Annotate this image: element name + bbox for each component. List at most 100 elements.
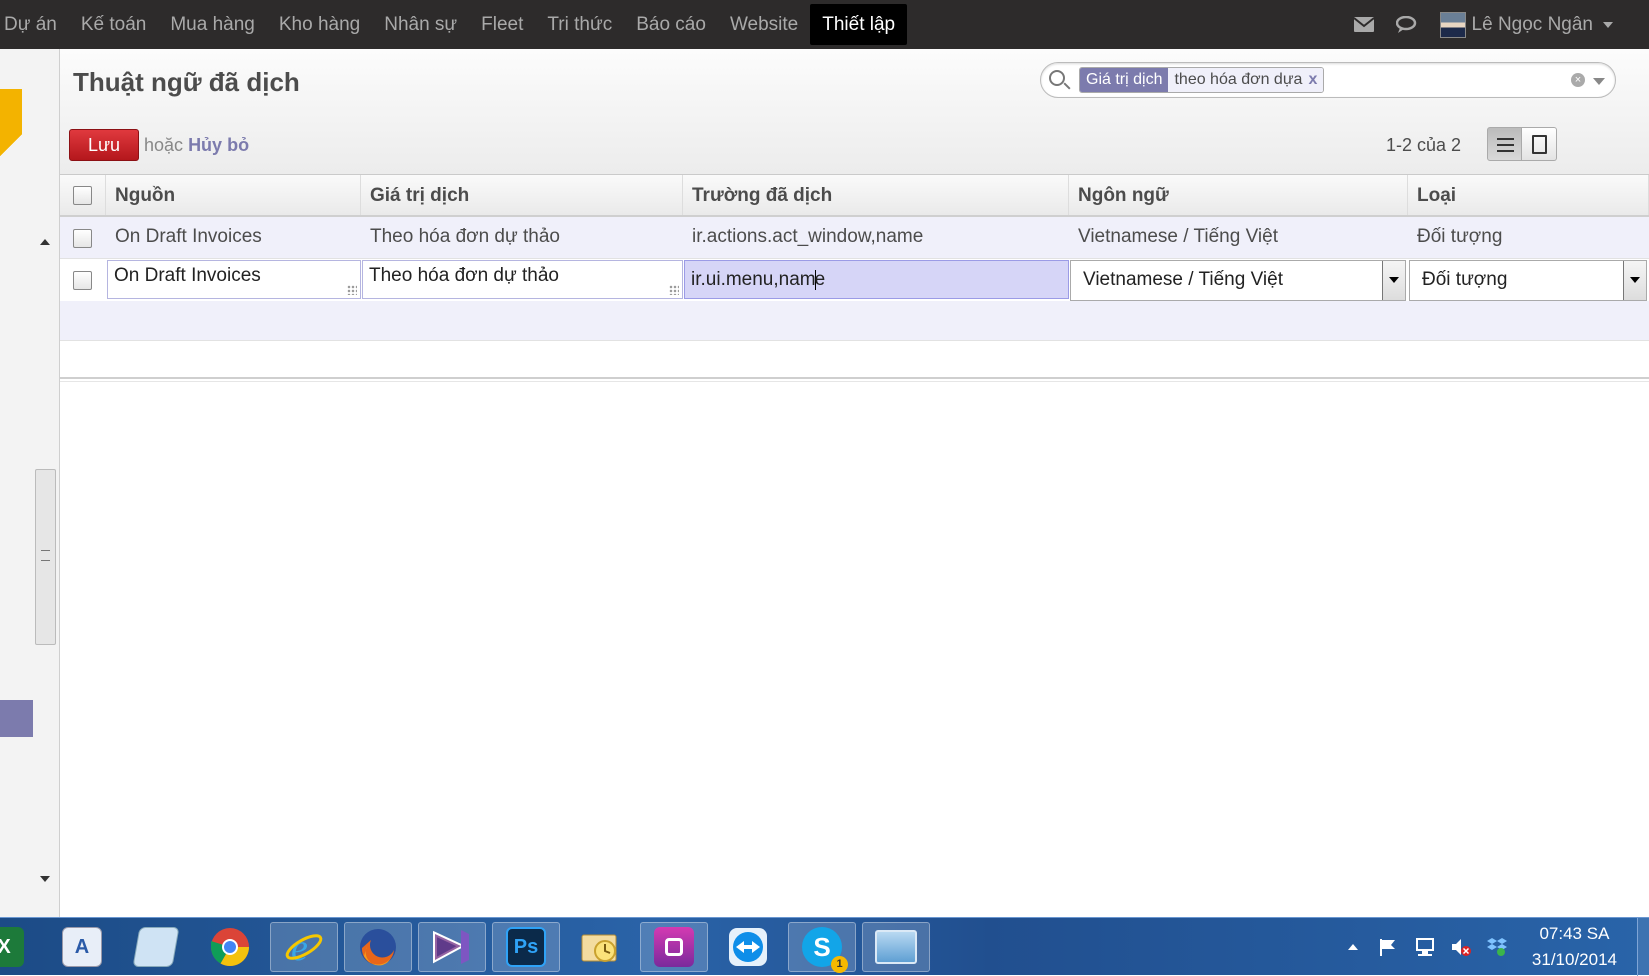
view-switcher: [1487, 127, 1557, 161]
menu-item-purchases[interactable]: Mua hàng: [158, 4, 267, 45]
media-icon[interactable]: [640, 922, 708, 972]
scroll-up-arrow-icon[interactable]: [40, 239, 50, 245]
chrome-icon[interactable]: [196, 922, 264, 972]
list-view-button[interactable]: [1487, 127, 1522, 161]
editable-row: On Draft Invoices Theo hóa đơn dự thảo i…: [60, 259, 1649, 301]
company-logo: [0, 89, 22, 179]
value-cell: Theo hóa đơn dự thảo: [361, 259, 683, 301]
menu-item-projects[interactable]: Dự án: [0, 4, 69, 45]
dropdown-arrow-icon[interactable]: [1382, 261, 1405, 300]
menu-item-warehouse[interactable]: Kho hàng: [267, 4, 372, 45]
firefox-icon[interactable]: [344, 922, 412, 972]
menu-item-reports[interactable]: Báo cáo: [624, 4, 718, 45]
teamviewer-icon[interactable]: [714, 922, 782, 972]
left-sidebar: [0, 49, 60, 917]
value-textarea[interactable]: Theo hóa đơn dự thảo: [362, 260, 683, 299]
menu-item-accounting[interactable]: Kế toán: [69, 4, 159, 45]
column-header-field[interactable]: Trường đã dịch: [683, 175, 1069, 215]
language-select[interactable]: Vietnamese / Tiếng Việt: [1070, 260, 1406, 301]
menu-item-fleet[interactable]: Fleet: [469, 4, 535, 45]
sidebar-selected-item[interactable]: [0, 700, 33, 737]
cell-source[interactable]: On Draft Invoices: [106, 217, 361, 258]
resize-grip-icon[interactable]: [669, 285, 679, 295]
type-cell: Đối tượng: [1408, 259, 1649, 301]
dropdown-arrow-icon[interactable]: [1623, 261, 1646, 300]
discard-link[interactable]: Hủy bỏ: [188, 135, 249, 155]
list-icon: [1497, 138, 1514, 152]
wordpad-icon[interactable]: A: [48, 922, 116, 972]
show-desktop-button[interactable]: [1637, 918, 1649, 976]
empty-row: [60, 341, 1649, 379]
search-options-dropdown-icon[interactable]: [1593, 78, 1605, 85]
field-input[interactable]: ir.ui.menu,name: [684, 260, 1069, 299]
photoshop-icon[interactable]: Ps: [492, 922, 560, 972]
chevron-down-icon: [1603, 21, 1613, 28]
user-menu[interactable]: Lê Ngọc Ngân: [1439, 11, 1613, 38]
empty-row: [60, 301, 1649, 341]
outlook-icon[interactable]: [566, 922, 634, 972]
dropbox-icon[interactable]: [1486, 937, 1508, 957]
sidebar-scrollbar-thumb[interactable]: [35, 469, 56, 645]
facet-value: theo hóa đơn dựa x: [1168, 68, 1324, 92]
form-view-button[interactable]: [1522, 127, 1557, 161]
cell-field[interactable]: ir.actions.act_window,name: [683, 217, 1069, 258]
cell-language[interactable]: Vietnamese / Tiếng Việt: [1069, 217, 1408, 258]
clear-search-icon[interactable]: ×: [1571, 73, 1585, 87]
facet-value-text: theo hóa đơn dựa: [1174, 71, 1303, 88]
action-center-flag-icon[interactable]: [1378, 937, 1400, 957]
column-header-type[interactable]: Loại: [1408, 175, 1649, 215]
cell-value[interactable]: Theo hóa đơn dự thảo: [361, 217, 683, 258]
select-all-checkbox[interactable]: [73, 186, 92, 205]
select-all-cell: [60, 175, 106, 215]
menu-item-website[interactable]: Website: [718, 4, 810, 45]
top-menu-bar: Dự án Kế toán Mua hàng Kho hàng Nhân sự …: [0, 0, 1649, 49]
skype-icon[interactable]: S1: [788, 922, 856, 973]
menu-item-hr[interactable]: Nhân sự: [372, 4, 469, 45]
notepad-icon[interactable]: [122, 922, 190, 972]
save-button[interactable]: Lưu: [69, 129, 139, 161]
system-clock[interactable]: 07:43 SA 31/10/2014: [1532, 921, 1617, 973]
type-select[interactable]: Đối tượng: [1409, 260, 1647, 301]
table-footer: [60, 381, 1649, 391]
search-icon[interactable]: [1049, 70, 1065, 86]
menu-item-settings[interactable]: Thiết lập: [810, 4, 908, 45]
visual-studio-icon[interactable]: [418, 922, 486, 972]
clock-time: 07:43 SA: [1539, 924, 1610, 943]
search-facet: Giá trị dịch theo hóa đơn dựa x: [1079, 67, 1325, 93]
column-header-language[interactable]: Ngôn ngữ: [1069, 175, 1408, 215]
source-textarea[interactable]: On Draft Invoices: [107, 260, 361, 299]
column-header-source[interactable]: Nguồn: [106, 175, 361, 215]
window-icon[interactable]: [862, 922, 930, 972]
column-header-value[interactable]: Giá trị dịch: [361, 175, 683, 215]
row-select-cell: [60, 259, 106, 301]
scroll-down-arrow-icon[interactable]: [40, 876, 50, 882]
facet-remove-icon[interactable]: x: [1302, 71, 1317, 88]
mail-icon[interactable]: [1353, 17, 1374, 32]
row-checkbox[interactable]: [73, 229, 92, 248]
volume-muted-icon[interactable]: [1450, 937, 1472, 957]
excel-icon[interactable]: X: [0, 922, 38, 972]
view-header: Thuật ngữ đã dịch Giá trị dịch theo hóa …: [60, 49, 1649, 175]
row-checkbox[interactable]: [73, 271, 92, 290]
facet-category: Giá trị dịch: [1080, 68, 1169, 92]
field-text-before-cursor: ir.ui.menu,nam: [691, 269, 816, 290]
or-discard: hoặc Hủy bỏ: [144, 135, 249, 156]
language-cell: Vietnamese / Tiếng Việt: [1069, 259, 1408, 301]
menu-item-knowledge[interactable]: Tri thức: [535, 4, 624, 45]
search-box[interactable]: Giá trị dịch theo hóa đơn dựa x ×: [1040, 62, 1616, 98]
chat-icon[interactable]: [1395, 15, 1418, 34]
show-hidden-icons-icon[interactable]: [1342, 937, 1364, 957]
network-icon[interactable]: [1414, 937, 1436, 957]
ie-icon[interactable]: e: [270, 922, 338, 972]
main-menu: Dự án Kế toán Mua hàng Kho hàng Nhân sự …: [0, 0, 908, 49]
clock-date: 31/10/2014: [1531, 950, 1617, 969]
source-cell: On Draft Invoices: [106, 259, 361, 301]
resize-grip-icon[interactable]: [347, 285, 357, 295]
windows-taskbar: X A e Ps S1 07:43 SA 31/10/2014: [0, 917, 1649, 976]
source-text: On Draft Invoices: [114, 265, 261, 286]
user-name: Lê Ngọc Ngân: [1471, 13, 1593, 35]
cell-type[interactable]: Đối tượng: [1408, 217, 1649, 258]
page-title: Thuật ngữ đã dịch: [73, 67, 300, 97]
table-row[interactable]: On Draft Invoices Theo hóa đơn dự thảo i…: [60, 217, 1649, 259]
pager-value[interactable]: 1-2 của 2: [1386, 135, 1461, 156]
